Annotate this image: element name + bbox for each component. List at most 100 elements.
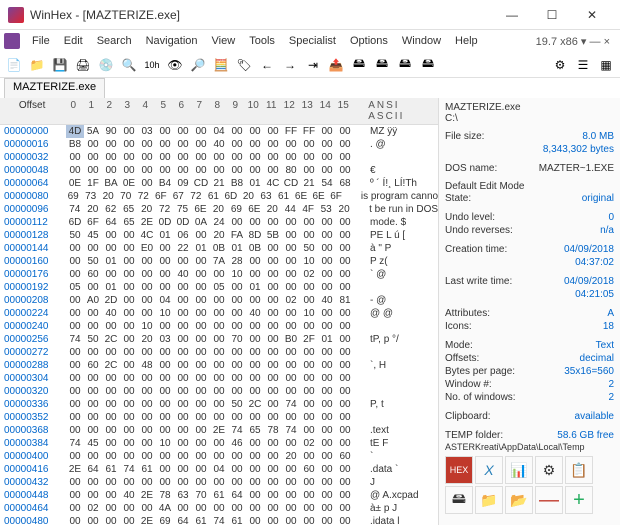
hex-byte[interactable]: 6D [66, 216, 84, 229]
hex-byte[interactable]: 00 [192, 476, 210, 489]
hex-byte[interactable]: 00 [174, 398, 192, 411]
hex-byte[interactable]: 70 [192, 489, 210, 502]
hex-byte[interactable]: 00 [138, 281, 156, 294]
hex-byte[interactable]: 00 [210, 450, 228, 463]
hex-byte[interactable]: 00 [156, 398, 174, 411]
hex-byte[interactable]: 2E [138, 489, 156, 502]
hex-byte[interactable]: 00 [84, 138, 102, 151]
hex-byte[interactable]: 00 [102, 164, 120, 177]
hex-byte[interactable]: 00 [120, 229, 138, 242]
hex-byte[interactable]: 00 [246, 320, 264, 333]
hex-byte[interactable]: 00 [84, 398, 102, 411]
hex-byte[interactable]: 00 [120, 411, 138, 424]
hex-byte[interactable]: 00 [138, 307, 156, 320]
new-icon[interactable]: 📄 [4, 55, 24, 75]
hex-byte[interactable]: 00 [174, 450, 192, 463]
hex-byte[interactable]: 00 [300, 359, 318, 372]
hex-byte[interactable]: 00 [174, 424, 192, 437]
hex-byte[interactable]: 00 [336, 502, 354, 515]
hex-byte[interactable]: 00 [156, 281, 174, 294]
hex-byte[interactable]: 00 [246, 125, 264, 138]
hex-byte[interactable]: 00 [246, 138, 264, 151]
hex-byte[interactable]: 2C [246, 398, 264, 411]
hex-byte[interactable]: 0B [210, 242, 228, 255]
hex-byte[interactable]: 74 [66, 333, 84, 346]
hex-byte[interactable]: 00 [264, 502, 282, 515]
hex-byte[interactable]: 00 [264, 463, 282, 476]
hex-byte[interactable]: 04 [156, 294, 174, 307]
maximize-button[interactable]: ☐ [532, 3, 572, 27]
hex-byte[interactable]: 00 [318, 385, 336, 398]
hex-row[interactable]: 0000035200000000000000000000000000000000 [0, 411, 438, 424]
hex-byte[interactable]: 00 [120, 242, 138, 255]
hex-byte[interactable]: 00 [192, 463, 210, 476]
hex-byte[interactable]: 00 [138, 138, 156, 151]
hex-row[interactable]: 0000022400004000001000000000400000100000… [0, 307, 438, 320]
hex-byte[interactable]: 00 [66, 320, 84, 333]
hex-byte[interactable]: 00 [192, 385, 210, 398]
hex-byte[interactable]: 00 [210, 333, 228, 346]
hex-byte[interactable]: 00 [66, 450, 84, 463]
hex-byte[interactable]: 00 [102, 385, 120, 398]
hex-byte[interactable]: 00 [246, 333, 264, 346]
hex-byte[interactable]: 00 [174, 411, 192, 424]
hex-byte[interactable]: 5B [264, 229, 282, 242]
hex-byte[interactable]: 28 [228, 255, 246, 268]
menu-options[interactable]: Options [344, 33, 394, 49]
hex-byte[interactable]: 00 [138, 294, 156, 307]
hex-byte[interactable]: 00 [84, 151, 102, 164]
hex-byte[interactable]: 00 [120, 320, 138, 333]
ascii-cell[interactable]: `, H [370, 359, 386, 372]
hex-byte[interactable]: 00 [156, 164, 174, 177]
hex-byte[interactable]: 00 [246, 515, 264, 525]
hex-byte[interactable]: 00 [84, 489, 102, 502]
hex-row[interactable]: 0000028800602C00480000000000000000000000… [0, 359, 438, 372]
hex-byte[interactable]: 2E [138, 216, 156, 229]
hex-byte[interactable]: 72 [187, 190, 205, 203]
hex-byte[interactable]: 00 [300, 515, 318, 525]
hex-byte[interactable]: 00 [336, 463, 354, 476]
goto-icon[interactable]: ⇥ [303, 55, 323, 75]
hex-byte[interactable]: 00 [120, 437, 138, 450]
ascii-cell[interactable]: . @ [370, 138, 386, 151]
hex-byte[interactable]: 00 [156, 385, 174, 398]
grid-icon[interactable]: ▦ [596, 55, 616, 75]
hex-byte[interactable]: 0E [120, 177, 138, 190]
hex-byte[interactable]: 00 [210, 359, 228, 372]
hex-byte[interactable]: 00 [318, 255, 336, 268]
hex-byte[interactable]: 00 [318, 450, 336, 463]
hex-editor[interactable]: Offset 0123456789101112131415 ANSI ASCII… [0, 98, 438, 525]
calc-icon[interactable]: 🧮 [211, 55, 231, 75]
hex-row[interactable]: 0000043200000000000000000000000000000000… [0, 476, 438, 489]
hex-byte[interactable]: 00 [318, 125, 336, 138]
hex-byte[interactable]: 00 [84, 320, 102, 333]
hex-byte[interactable]: 00 [120, 450, 138, 463]
hex-byte[interactable]: 20 [282, 450, 300, 463]
hex-byte[interactable]: 64 [84, 463, 102, 476]
hex-byte[interactable]: 00 [318, 281, 336, 294]
hex-byte[interactable]: 00 [66, 307, 84, 320]
hex-byte[interactable]: 00 [210, 320, 228, 333]
hex-byte[interactable]: 00 [318, 463, 336, 476]
hex-byte[interactable]: 00 [210, 476, 228, 489]
hex-byte[interactable]: 6F [327, 190, 345, 203]
hex-byte[interactable]: 00 [174, 125, 192, 138]
hex-byte[interactable]: 00 [66, 242, 84, 255]
hex-byte[interactable]: 00 [264, 151, 282, 164]
hex-byte[interactable]: 00 [318, 515, 336, 525]
ascii-cell[interactable]: .data ` [370, 463, 398, 476]
hex-byte[interactable]: 00 [300, 502, 318, 515]
hex-byte[interactable]: 45 [84, 437, 102, 450]
hex-byte[interactable]: 00 [192, 255, 210, 268]
hex-byte[interactable]: 40 [246, 307, 264, 320]
ascii-cell[interactable]: € [370, 164, 376, 177]
hex-byte[interactable]: 65 [120, 216, 138, 229]
hex-byte[interactable]: 00 [318, 398, 336, 411]
hex-byte[interactable]: 00 [300, 372, 318, 385]
hex-byte[interactable]: 72 [134, 190, 152, 203]
hex-byte[interactable]: 61 [228, 515, 246, 525]
hex-byte[interactable]: 00 [102, 489, 120, 502]
ascii-cell[interactable]: J [370, 476, 375, 489]
hex-byte[interactable]: 00 [102, 450, 120, 463]
hex-byte[interactable]: 00 [318, 476, 336, 489]
